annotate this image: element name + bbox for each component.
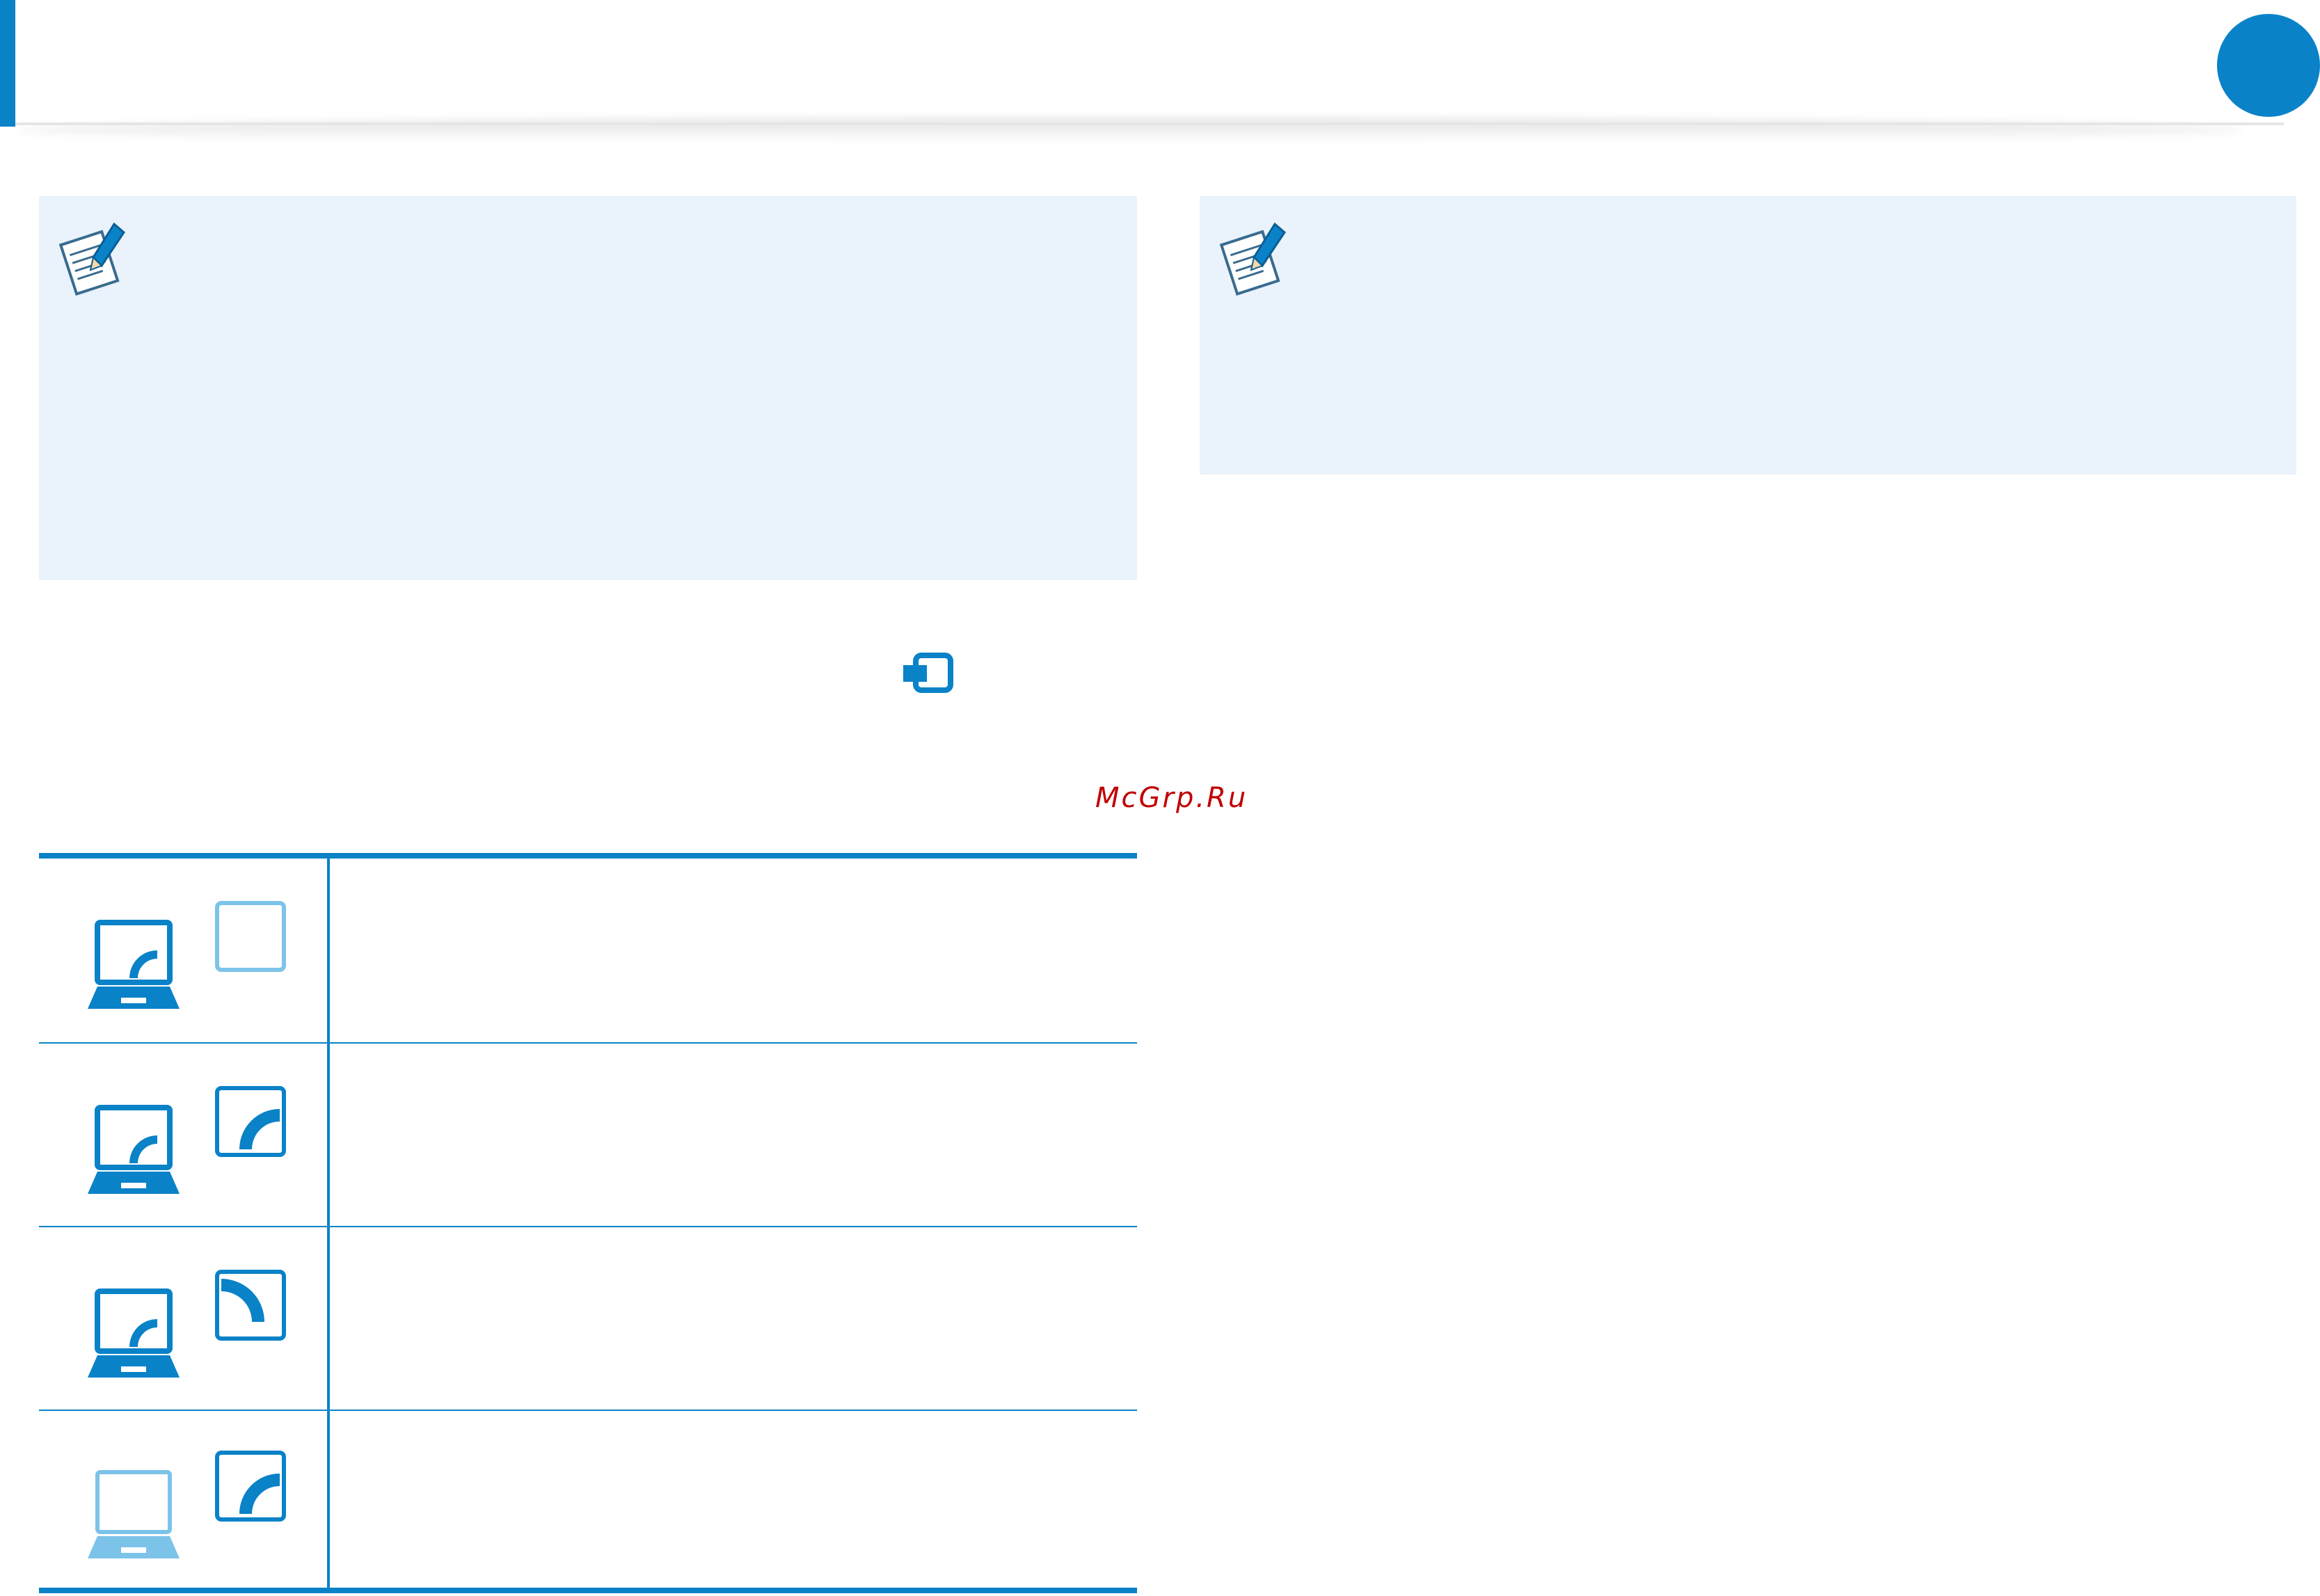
header-divider — [15, 122, 2284, 125]
display-switch-key-icon — [903, 653, 953, 693]
pc-screen-only-icon — [88, 901, 286, 1009]
mode-description — [330, 1411, 1137, 1588]
display-mode-table — [39, 853, 1137, 1593]
duplicate-screen-icon — [88, 1086, 286, 1194]
table-row — [39, 1044, 1137, 1227]
icon-cell — [39, 1227, 330, 1410]
table-row — [39, 859, 1137, 1044]
extend-screen-icon — [88, 1270, 286, 1378]
note-box-left — [39, 196, 1137, 580]
table-row — [39, 1411, 1137, 1588]
mode-description — [330, 1044, 1137, 1226]
mode-description — [330, 859, 1137, 1042]
icon-cell — [39, 1411, 330, 1588]
chapter-dot-icon — [2217, 14, 2320, 117]
icon-cell — [39, 1044, 330, 1226]
note-box-right — [1200, 196, 2296, 474]
header-accent-bar — [0, 0, 15, 127]
note-pencil-icon — [1219, 222, 1286, 296]
mode-description — [330, 1227, 1137, 1410]
note-pencil-icon — [58, 222, 125, 296]
table-row — [39, 1227, 1137, 1411]
watermark-text: McGrp.Ru — [1095, 782, 1248, 814]
icon-cell — [39, 859, 330, 1042]
second-screen-only-icon — [88, 1451, 286, 1558]
